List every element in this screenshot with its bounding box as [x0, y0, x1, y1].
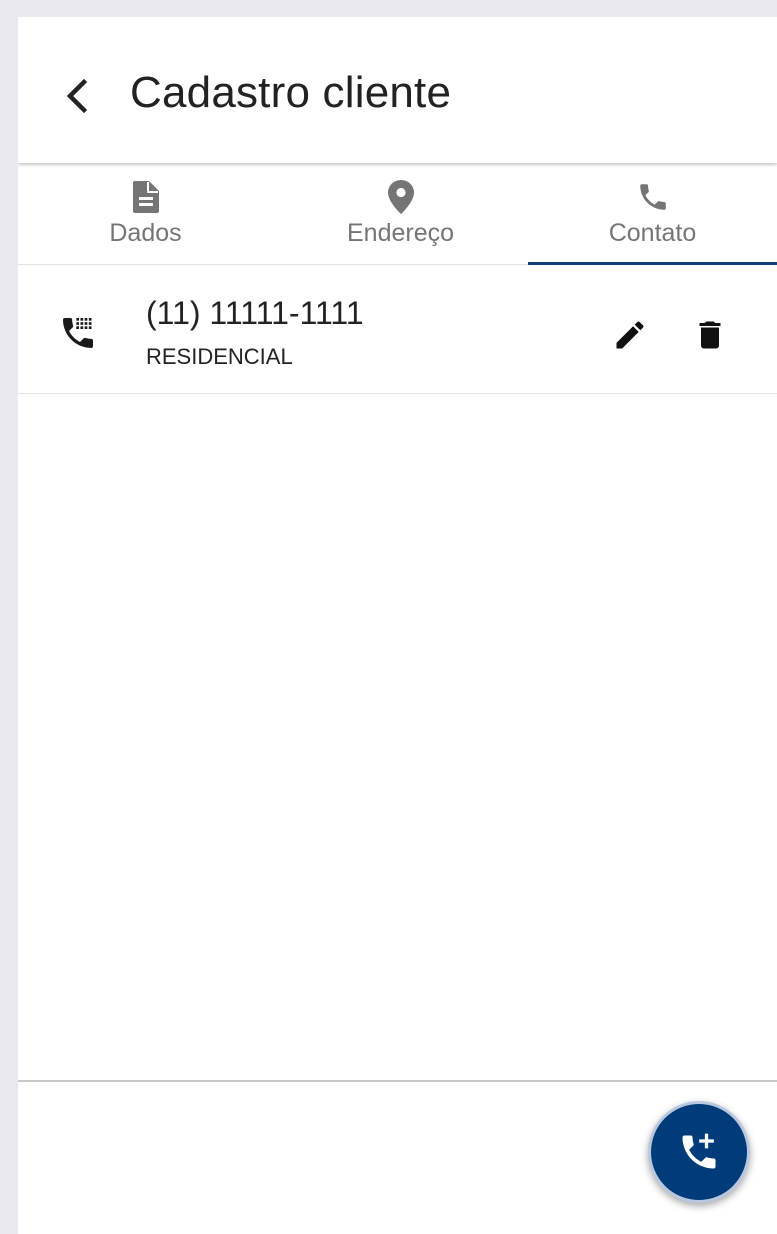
- contact-type: RESIDENCIAL: [146, 344, 293, 369]
- delete-button[interactable]: [688, 313, 732, 357]
- back-button[interactable]: [54, 73, 100, 119]
- app-frame: Cadastro cliente Dados Endereço Contato …: [18, 17, 777, 1234]
- chevron-left-icon: [66, 78, 88, 114]
- footer-divider: [18, 1080, 777, 1082]
- tab-contato[interactable]: Contato: [528, 167, 777, 265]
- tab-label: Endereço: [346, 219, 455, 247]
- document-icon: [132, 179, 159, 215]
- tab-dados[interactable]: Dados: [18, 167, 273, 264]
- landline-phone-icon: [58, 313, 98, 353]
- tab-bar: Dados Endereço Contato: [18, 167, 777, 265]
- contact-list-item[interactable]: (11) 11111-1111 RESIDENCIAL: [18, 265, 777, 394]
- edit-button[interactable]: [608, 313, 652, 357]
- add-contact-button[interactable]: [648, 1101, 750, 1203]
- tab-endereco[interactable]: Endereço: [273, 167, 528, 264]
- phone-icon: [636, 179, 670, 215]
- contact-number: (11) 11111-1111: [146, 295, 364, 331]
- tab-label: Dados: [109, 219, 182, 247]
- add-phone-icon: [682, 1133, 716, 1169]
- app-header: Cadastro cliente: [18, 17, 777, 163]
- location-pin-icon: [387, 179, 414, 215]
- page-title: Cadastro cliente: [130, 68, 452, 117]
- pencil-icon: [616, 321, 644, 349]
- trash-icon: [699, 321, 721, 349]
- tab-label: Contato: [608, 219, 697, 247]
